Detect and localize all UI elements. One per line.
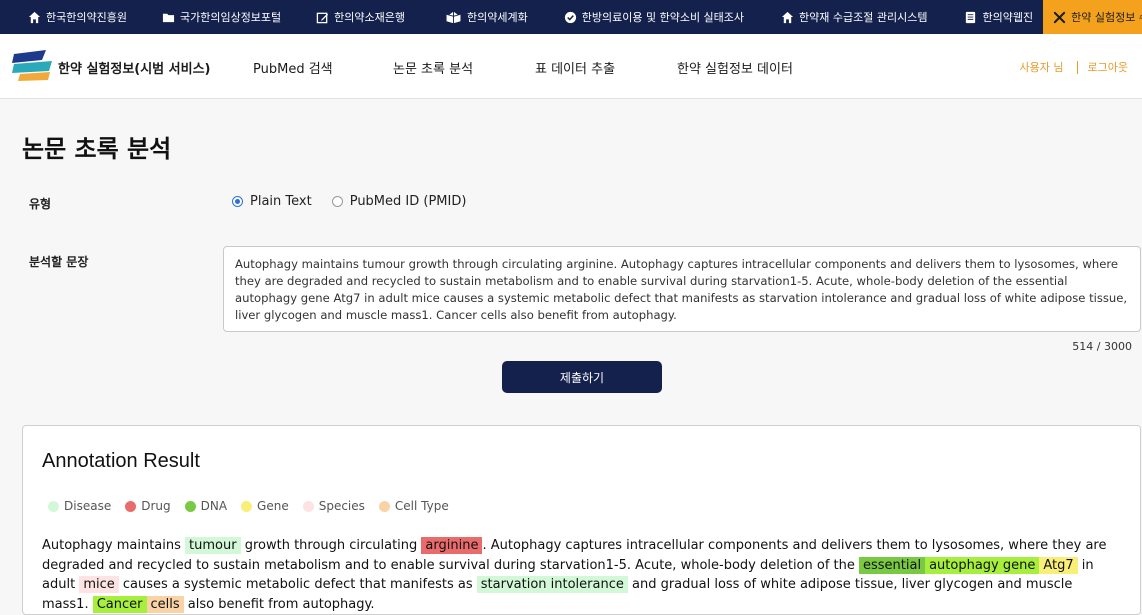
- entity-highlight[interactable]: Atg7: [1039, 556, 1078, 574]
- legend-label: DNA: [200, 499, 228, 513]
- home-icon: [781, 11, 794, 23]
- radio-pmid[interactable]: [331, 196, 343, 207]
- radio-plain-text-label[interactable]: Plain Text: [250, 194, 312, 209]
- radio-pmid-label[interactable]: PubMed ID (PMID): [350, 194, 467, 209]
- legend-item: Disease: [48, 499, 111, 513]
- logout-link[interactable]: 로그아웃: [1088, 59, 1128, 75]
- legend-dot: [378, 500, 390, 512]
- legend-item: Gene: [241, 499, 289, 513]
- tools-icon: [1053, 11, 1066, 23]
- topbar-link-webzine[interactable]: 한의약웹진: [964, 0, 1033, 34]
- legend-label: Cell Type: [394, 499, 449, 513]
- entity-highlight[interactable]: autophagy gene: [925, 556, 1040, 574]
- topbar-label: 한약재 수급조절 관리시스템: [799, 11, 928, 24]
- topbar-label: 한의약웹진: [982, 11, 1034, 24]
- char-counter: 514 / 3000: [1072, 340, 1132, 353]
- topbar-label: 한방의료이용 및 한약소비 실태조사: [581, 11, 745, 24]
- annotation-result-panel: Annotation Result Disease Drug DNA Gene Spec…: [22, 425, 1141, 615]
- legend-dot: [125, 500, 137, 512]
- brand-title[interactable]: 한약 실험정보(시범 서비스): [58, 58, 211, 77]
- nav-pubmed-search[interactable]: PubMed 검색: [253, 58, 333, 77]
- page-title: 논문 초록 분석: [22, 135, 172, 163]
- entity-highlight[interactable]: mice: [79, 576, 119, 593]
- legend-dot: [241, 500, 253, 512]
- legend-label: Disease: [64, 499, 112, 513]
- topbar-link-kiom[interactable]: 한국한의약진흥원: [28, 0, 127, 34]
- legend-item: DNA: [184, 499, 228, 513]
- annotated-text: Autophagy maintains tumour growth throug…: [42, 536, 1122, 614]
- topbar-link-material-bank[interactable]: 한의약소재은행: [316, 0, 405, 34]
- topbar-label: 한의약세계화: [467, 11, 528, 24]
- nav-table-extraction[interactable]: 표 데이터 추출: [535, 58, 615, 77]
- entity-highlight[interactable]: cells: [146, 595, 184, 613]
- topbar-label: 국가한의임상정보포털: [179, 11, 282, 24]
- user-menu: 사용자 님 로그아웃: [1020, 59, 1128, 75]
- legend-dot: [184, 500, 196, 512]
- entity-highlight[interactable]: tumour: [185, 537, 241, 554]
- site-header: 한약 실험정보(시범 서비스) PubMed 검색 논문 초록 분석 표 데이터…: [0, 34, 1142, 99]
- edit-icon: [316, 12, 329, 23]
- legend-label: Drug: [141, 499, 171, 513]
- topbar-label: 한국한의약진흥원: [46, 11, 127, 24]
- plain-text-segment: Autophagy maintains: [42, 538, 186, 553]
- topbar-label: 한약 실험정보 수집 도구: [1071, 11, 1142, 24]
- entity-highlight[interactable]: essential: [859, 556, 926, 574]
- nav-experiment-data[interactable]: 한약 실험정보 데이터: [677, 58, 793, 77]
- folder-icon: [162, 13, 175, 22]
- divider: [1076, 60, 1078, 74]
- topbar-link-clinical-portal[interactable]: 국가한의임상정보포털: [162, 0, 281, 34]
- analysis-text-input[interactable]: Autophagy maintains tumour growth throug…: [223, 246, 1141, 332]
- entity-highlight[interactable]: Cancer: [92, 595, 147, 613]
- entity-highlight[interactable]: starvation intolerance: [476, 576, 628, 593]
- check-circle-icon: [564, 11, 576, 23]
- legend-item: Species: [302, 499, 365, 513]
- topbar-link-globalization[interactable]: 한의약세계화: [445, 0, 528, 34]
- topbar-link-supply-system[interactable]: 한약재 수급조절 관리시스템: [781, 0, 927, 34]
- submit-button[interactable]: 제출하기: [502, 361, 662, 393]
- top-bar: 한국한의약진흥원 국가한의임상정보포털 한의약소재은행 한의약세계화 한방의료이…: [0, 0, 1142, 34]
- book-open-icon: [446, 11, 461, 23]
- entity-highlight[interactable]: arginine: [421, 537, 483, 554]
- legend-item: Cell Type: [378, 499, 449, 513]
- user-name[interactable]: 사용자 님: [1020, 59, 1064, 75]
- nav-abstract-analysis[interactable]: 논문 초록 분석: [393, 58, 473, 77]
- legend: Disease Drug DNA Gene Species Cell Type: [48, 499, 463, 513]
- legend-label: Species: [318, 499, 365, 513]
- site-logo[interactable]: [12, 48, 52, 82]
- topbar-link-survey[interactable]: 한방의료이용 및 한약소비 실태조사: [564, 0, 744, 34]
- legend-dot: [302, 500, 314, 512]
- radio-plain-text[interactable]: [232, 196, 243, 207]
- plain-text-segment: also benefit from autophagy.: [183, 596, 375, 612]
- legend-label: Gene: [257, 499, 289, 513]
- type-label: 유형: [29, 197, 52, 211]
- topbar-label: 한의약소재은행: [334, 11, 406, 24]
- text-label: 분석할 문장: [29, 255, 89, 269]
- legend-item: Drug: [125, 499, 171, 513]
- result-title: Annotation Result: [42, 450, 200, 472]
- book-icon: [966, 11, 976, 23]
- home-icon: [28, 11, 41, 23]
- legend-dot: [48, 500, 59, 512]
- topbar-link-experiment-tool[interactable]: 한약 실험정보 수집 도구: [1043, 0, 1142, 34]
- plain-text-segment: growth through circulating: [240, 538, 422, 553]
- type-radio-group: Plain Text PubMed ID (PMID): [232, 194, 486, 209]
- plain-text-segment: causes a systemic metabolic defect that …: [118, 577, 477, 592]
